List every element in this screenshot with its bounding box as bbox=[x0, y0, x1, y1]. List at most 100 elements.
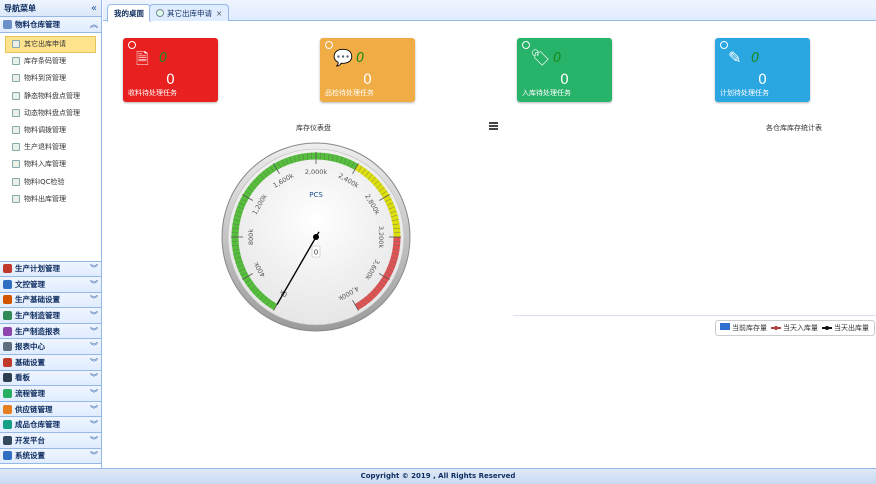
section-header[interactable]: 生产制造报表 ︾ bbox=[0, 323, 101, 340]
return-icon bbox=[12, 143, 20, 152]
double-chevron-down-icon[interactable]: ︾ bbox=[90, 435, 98, 446]
section-label: 成品仓库管理 bbox=[15, 420, 60, 430]
doc-icon bbox=[12, 40, 20, 49]
section-label: 报表中心 bbox=[15, 342, 45, 352]
section-header[interactable]: 基础设置 ︾ bbox=[0, 355, 101, 371]
sidebar-item[interactable]: 生产退料管理 bbox=[0, 139, 101, 156]
tab-other-outbound[interactable]: 其它出库申请 × bbox=[149, 4, 230, 21]
double-chevron-down-icon[interactable]: ︾ bbox=[90, 310, 98, 321]
task-card[interactable]: ✎ 0 0 计划待处理任务 bbox=[715, 38, 810, 102]
sidebar-item[interactable]: 物料IQC检验 bbox=[0, 173, 101, 190]
card-label: 收料待处理任务 bbox=[128, 89, 177, 97]
section-header[interactable]: 生产基础设置 ︾ bbox=[0, 292, 101, 309]
sidebar-item-label: 物料调拨管理 bbox=[24, 126, 66, 135]
sidebar-item-label: 物料IQC检验 bbox=[24, 177, 65, 186]
section-header[interactable]: 系统设置 ︾ bbox=[0, 448, 101, 465]
gauge-tick-label: 2,000k bbox=[305, 168, 328, 176]
section-header[interactable]: 生产制造管理 ︾ bbox=[0, 308, 101, 324]
double-chevron-down-icon[interactable]: ︾ bbox=[90, 326, 98, 337]
card-label: 计划待处理任务 bbox=[720, 89, 769, 97]
section-label: 系统设置 bbox=[15, 451, 45, 461]
sidebar-item[interactable]: 其它出库申请 bbox=[5, 35, 96, 53]
section-header[interactable]: 成品仓库管理 ︾ bbox=[0, 417, 101, 434]
double-chevron-down-icon[interactable]: ︾ bbox=[90, 294, 98, 305]
section-header[interactable]: 报表中心 ︾ bbox=[0, 339, 101, 356]
legend-label: 当天入库量 bbox=[783, 324, 818, 332]
task-card[interactable]: 💬 0 0 品检待处理任务 bbox=[320, 38, 415, 102]
section-header-warehouse[interactable]: 物料仓库管理 ︽ bbox=[0, 17, 101, 33]
sidebar-item[interactable]: 物料入库管理 bbox=[0, 156, 101, 173]
close-icon[interactable]: × bbox=[216, 9, 222, 18]
section-header[interactable]: 流程管理 ︾ bbox=[0, 386, 101, 402]
section-header[interactable]: 开发平台 ︾ bbox=[0, 433, 101, 449]
section-header[interactable]: 生产计划管理 ︾ bbox=[0, 261, 101, 278]
gauge-title: 库存仪表盘 bbox=[296, 124, 331, 132]
section-header[interactable]: 供应链管理 ︾ bbox=[0, 401, 101, 418]
double-chevron-down-icon[interactable]: ︾ bbox=[90, 357, 98, 368]
section-body: 其它出库申请库存条码管理物料到货管理 静态物料盘点管理动态物料盘点管理 物料调拨管理… bbox=[0, 33, 101, 262]
tab-desktop[interactable]: 我的桌面 bbox=[107, 4, 151, 22]
tag-icon: 🏷 bbox=[530, 48, 551, 67]
app-root: 导航菜单 « 物料仓库管理 ︽ 其它出库申请 库存条码管理 物料到货管理 静态物料盘点… bbox=[0, 0, 876, 484]
double-chevron-down-icon[interactable]: ︾ bbox=[90, 419, 98, 430]
search-icon bbox=[12, 108, 20, 117]
double-chevron-down-icon[interactable]: ︾ bbox=[90, 372, 98, 383]
sidebar-item[interactable]: 物料出库管理 bbox=[0, 190, 101, 207]
card-count: 0 bbox=[758, 72, 767, 88]
task-card[interactable]: 🗎 0 0 收料待处理任务 bbox=[123, 38, 218, 102]
sidebar-item[interactable]: 动态物料盘点管理 bbox=[0, 104, 101, 121]
section-icon bbox=[3, 326, 12, 336]
legend-item[interactable]: 当天出库量 bbox=[822, 323, 869, 333]
tab-bar: 我的桌面 其它出库申请 × bbox=[103, 0, 876, 22]
hamburger-menu-icon[interactable] bbox=[489, 122, 498, 130]
section-label: 物料仓库管理 bbox=[15, 19, 60, 29]
sidebar-item[interactable]: 库存条码管理 bbox=[0, 53, 101, 70]
double-chevron-down-icon[interactable]: ︾ bbox=[90, 341, 98, 352]
section-header[interactable]: 看板 ︾ bbox=[0, 370, 101, 387]
double-chevron-left-icon[interactable]: « bbox=[91, 3, 97, 14]
pencil-icon: ✎ bbox=[728, 48, 742, 67]
sidebar-item-label: 动态物料盘点管理 bbox=[24, 108, 80, 117]
section-label: 文控管理 bbox=[15, 279, 45, 289]
sidebar-item-label: 物料出库管理 bbox=[24, 194, 66, 203]
card-pending-count: 0 bbox=[159, 51, 168, 66]
sidebar-item[interactable]: 静态物料盘点管理 bbox=[0, 87, 101, 104]
chat-bubble-icon: 💬 bbox=[333, 48, 353, 67]
sidebar-item[interactable]: 物料到货管理 bbox=[0, 70, 101, 87]
double-chevron-down-icon[interactable]: ︾ bbox=[90, 263, 98, 274]
stats-legend: 当前库存量 当天入库量 当天出库量 bbox=[715, 320, 875, 336]
section-header[interactable]: 文控管理 ︾ bbox=[0, 277, 101, 293]
copyright-text: Copyright © 2019 , All Rights Reserved bbox=[360, 472, 516, 480]
task-card[interactable]: 🏷 0 0 入库待处理任务 bbox=[517, 38, 612, 102]
legend-item[interactable]: 当前库存量 bbox=[720, 323, 767, 333]
section-list: 生产计划管理 ︾ 文控管理 ︾ 生产基础设置 ︾ 生产制造管理 ︾ 生产制造报表 ︾ 报表中心 ︾ 基础… bbox=[0, 261, 101, 465]
section-icon bbox=[3, 357, 12, 367]
tab-icon bbox=[156, 9, 164, 17]
section-icon bbox=[3, 311, 12, 321]
stats-title: 各仓库库存统计表 bbox=[766, 124, 822, 132]
truck-icon bbox=[12, 74, 20, 83]
clock-icon bbox=[522, 41, 530, 49]
legend-marker bbox=[822, 325, 832, 330]
barcode-icon bbox=[12, 57, 20, 66]
section-icon bbox=[3, 451, 12, 461]
double-chevron-up-icon[interactable]: ︽ bbox=[90, 19, 98, 30]
section-icon bbox=[3, 264, 12, 274]
double-chevron-down-icon[interactable]: ︾ bbox=[90, 404, 98, 415]
card-count: 0 bbox=[166, 72, 175, 88]
double-chevron-down-icon[interactable]: ︾ bbox=[90, 279, 98, 290]
section-label: 看板 bbox=[15, 373, 30, 383]
card-count: 0 bbox=[560, 72, 569, 88]
clock-icon bbox=[720, 41, 728, 49]
double-chevron-down-icon[interactable]: ︾ bbox=[90, 450, 98, 461]
card-label: 入库待处理任务 bbox=[522, 89, 571, 97]
sidebar-item[interactable]: 物料调拨管理 bbox=[0, 121, 101, 138]
legend-item[interactable]: 当天入库量 bbox=[771, 323, 818, 333]
section-label: 生产基础设置 bbox=[15, 295, 60, 305]
double-chevron-down-icon[interactable]: ︾ bbox=[90, 388, 98, 399]
sidebar-item-label: 库存条码管理 bbox=[24, 57, 66, 66]
gauge-tick-label: 800k bbox=[247, 229, 255, 245]
inventory-gauge: 0k400k800k1,200k1,600k2,000k2,400k2,800k… bbox=[221, 142, 411, 332]
card-pending-count: 0 bbox=[751, 51, 760, 66]
gauge-pivot bbox=[313, 234, 319, 240]
